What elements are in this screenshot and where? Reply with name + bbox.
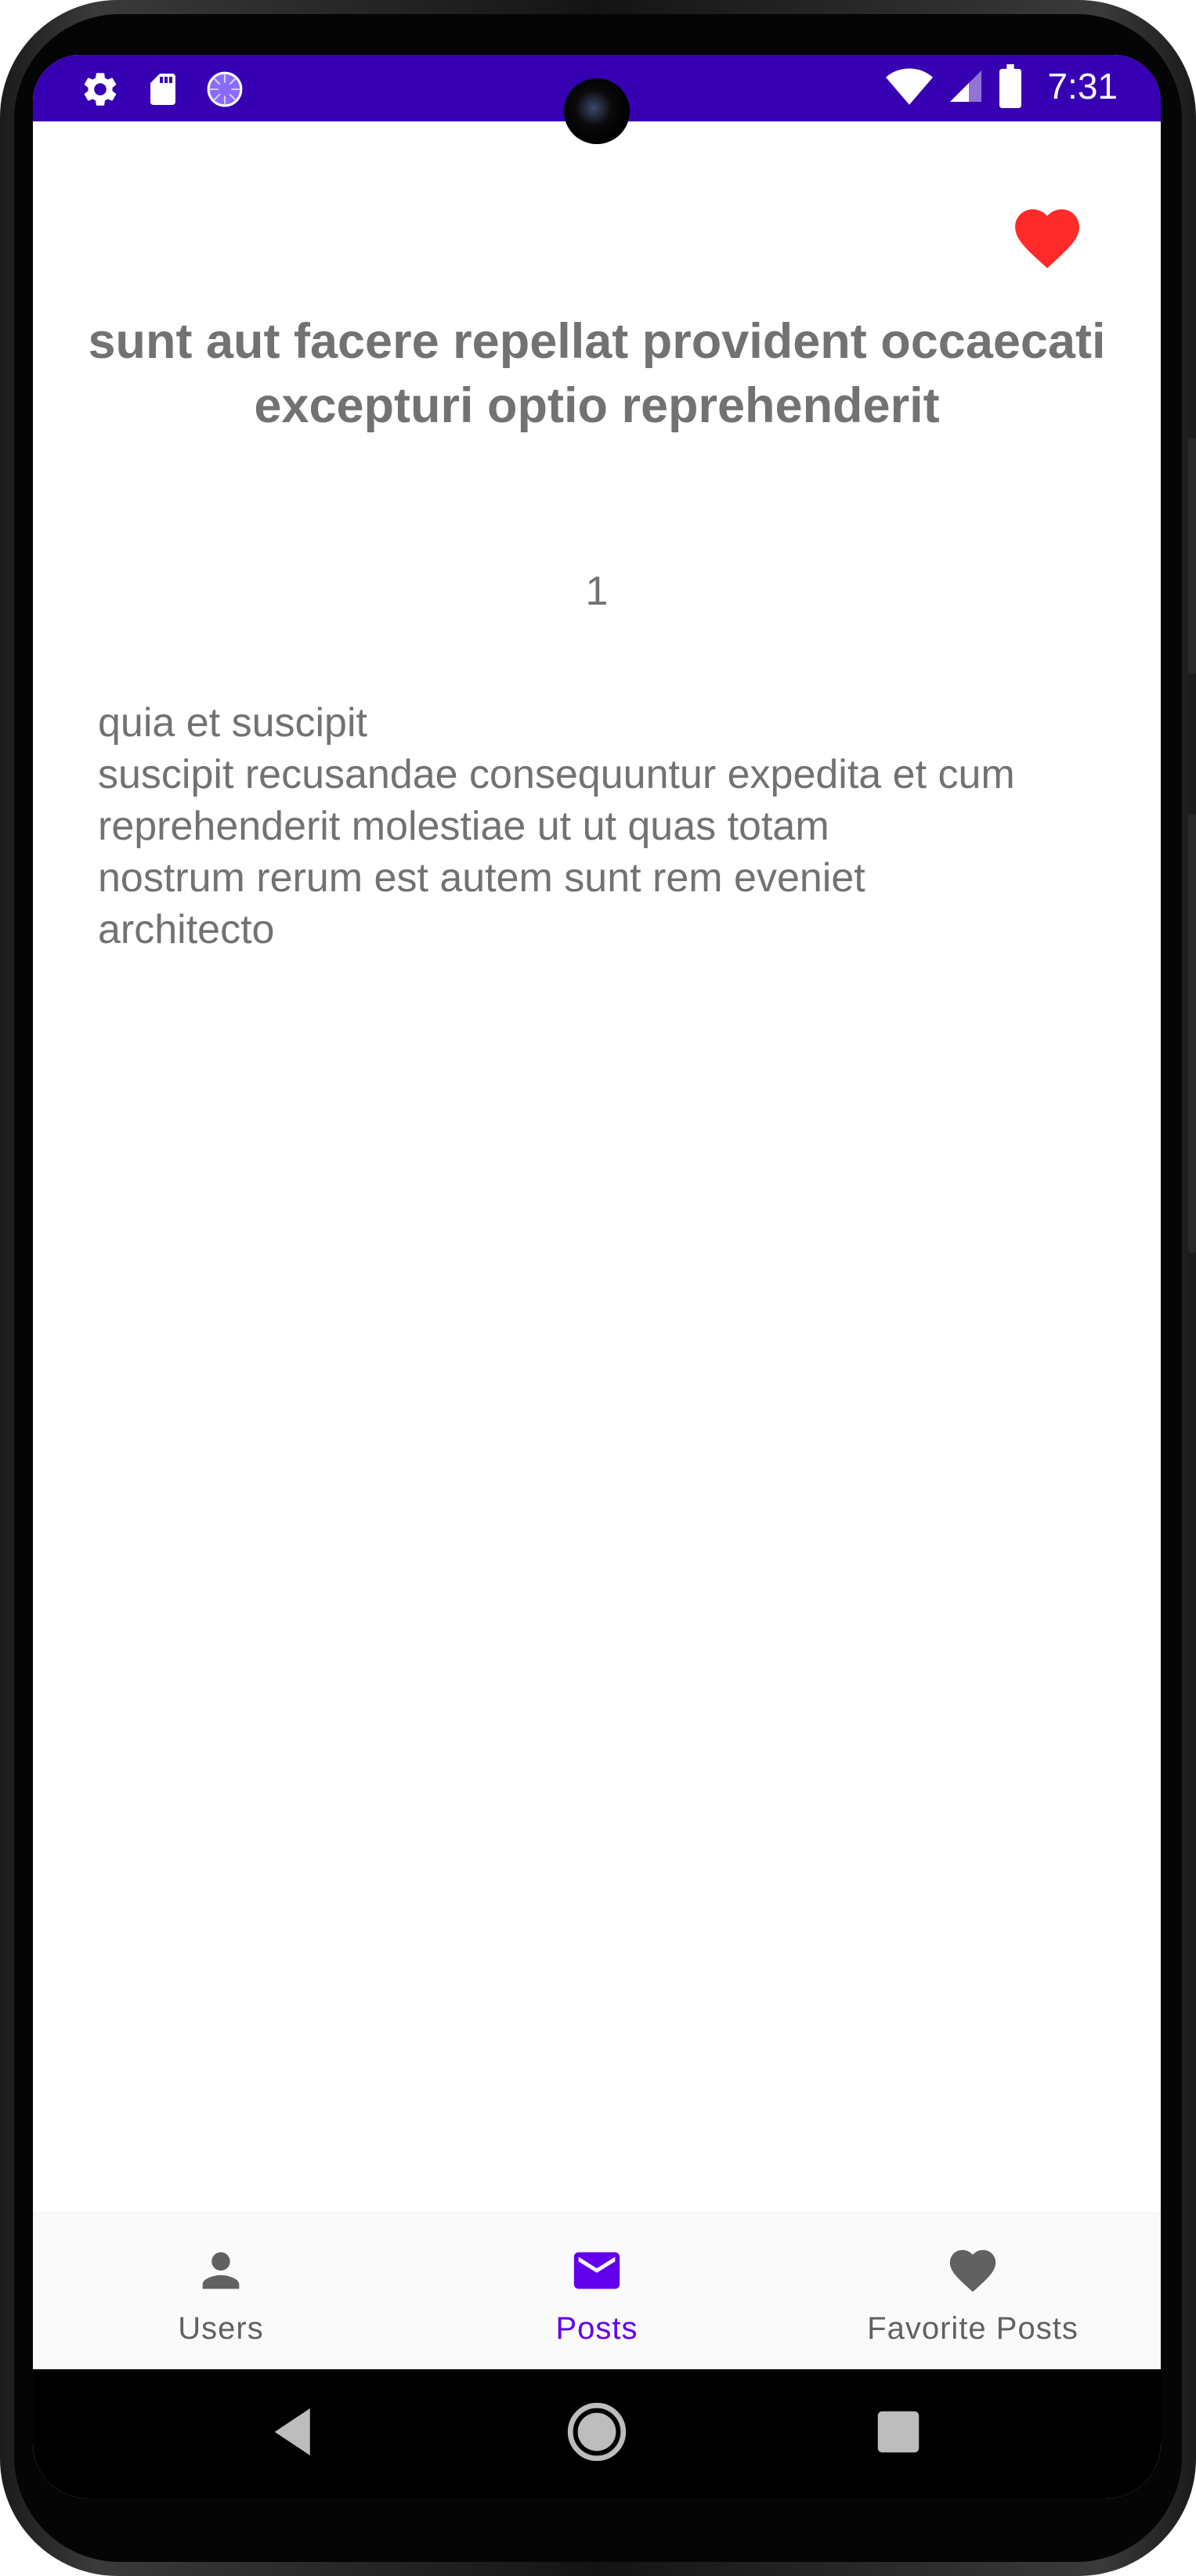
front-camera bbox=[564, 78, 630, 144]
nav-label-users: Users bbox=[178, 2311, 264, 2346]
bottom-navigation: Users Posts Favorite Posts bbox=[33, 2213, 1161, 2370]
sd-card-icon bbox=[150, 74, 175, 105]
device-screen: 7:31 sunt aut facere repellat provident … bbox=[33, 55, 1161, 2498]
nav-label-favorite-posts: Favorite Posts bbox=[867, 2311, 1079, 2346]
loading-icon bbox=[207, 71, 243, 107]
nav-label-posts: Posts bbox=[555, 2311, 638, 2346]
status-time: 7:31 bbox=[1047, 66, 1118, 107]
nav-item-posts[interactable]: Posts bbox=[409, 2213, 785, 2370]
volume-button bbox=[1188, 439, 1196, 674]
status-right-icons: 7:31 bbox=[886, 64, 1118, 108]
recents-icon[interactable] bbox=[863, 2397, 934, 2467]
wifi-icon bbox=[886, 68, 934, 105]
power-button bbox=[1188, 815, 1196, 1253]
signal-icon bbox=[950, 70, 982, 102]
mail-icon bbox=[573, 2252, 620, 2289]
nav-item-users[interactable]: Users bbox=[33, 2213, 409, 2370]
settings-icon bbox=[84, 73, 117, 106]
back-icon[interactable] bbox=[260, 2397, 331, 2467]
home-icon[interactable] bbox=[562, 2397, 632, 2467]
post-body: quia et suscipit suscipit recusandae con… bbox=[98, 700, 1015, 952]
person-icon bbox=[202, 2252, 240, 2289]
status-left-icons bbox=[80, 69, 244, 110]
battery-icon bbox=[999, 64, 1022, 108]
nav-item-favorite-posts[interactable]: Favorite Posts bbox=[785, 2213, 1161, 2370]
post-title: sunt aut facere repellat provident occae… bbox=[88, 314, 1106, 433]
heart-icon bbox=[949, 2249, 996, 2292]
favorite-heart-icon[interactable] bbox=[1008, 200, 1086, 270]
post-detail-screen: sunt aut facere repellat provident occae… bbox=[33, 121, 1161, 2267]
post-id: 1 bbox=[585, 569, 609, 614]
system-navigation-bar bbox=[33, 2369, 1161, 2498]
